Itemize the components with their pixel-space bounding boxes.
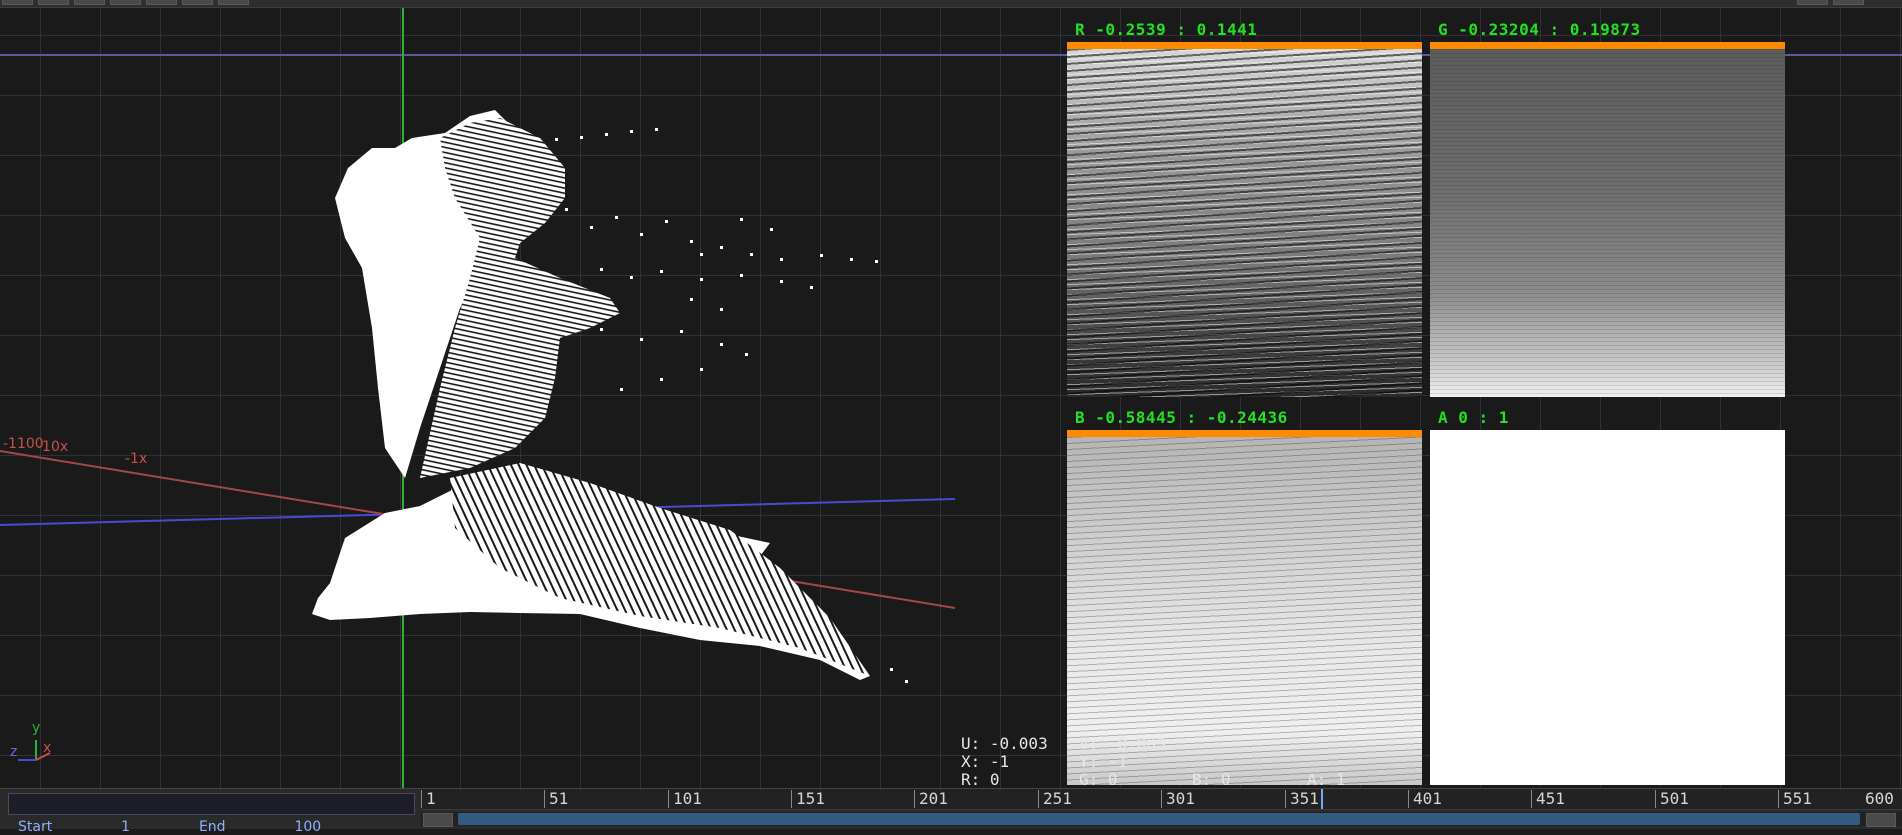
frame-tick: 251 [1038,790,1072,808]
frame-tick: 451 [1531,790,1565,808]
frame-tick: 301 [1161,790,1195,808]
timeline-info-field[interactable] [8,793,415,815]
readout-r: R: 0 [961,770,1000,789]
frame-tick: 51 [544,790,568,808]
frame-tick: 600 [1865,789,1894,808]
frame-ruler[interactable]: 1 51 101 151 201 251 301 351 401 451 501… [421,789,1902,810]
frame-tick: 401 [1408,790,1442,808]
readout-g: G: 0 [1079,770,1118,789]
toolbar-button[interactable] [182,0,213,5]
toolbar-button[interactable] [74,0,105,5]
toolbar-button[interactable] [110,0,141,5]
viewer-viewport[interactable]: -1100 -10x -1x z y x R -0.2539 : 0.1441 … [0,8,1902,788]
scroll-left-arrow[interactable] [423,813,453,827]
axis-label: -10x [37,439,69,455]
frame-tick: 101 [668,790,702,808]
range-bar [1430,42,1785,49]
channel-range-label: R -0.2539 : 0.1441 [1075,20,1258,39]
timeline-bar: Start 1 End 100 1 51 101 151 201 251 301… [0,788,1902,835]
timeline-scroll-thumb[interactable] [458,813,1860,825]
channel-range-label: G -0.23204 : 0.19873 [1438,20,1641,39]
toolbar-button[interactable] [146,0,177,5]
range-bar [1067,42,1422,49]
range-bar [1067,430,1422,437]
channel-tile-a: A 0 : 1 [1430,408,1785,785]
end-label: End [198,819,226,835]
frame-tick: 551 [1778,790,1812,808]
toolbar-button[interactable] [1833,0,1864,5]
start-value[interactable]: 1 [121,819,130,835]
frame-tick: 351 [1285,790,1319,808]
readout-u: U: -0.003 [961,734,1048,753]
axis-label: -1x [125,451,148,467]
playhead[interactable] [1321,789,1323,809]
toolbar-button[interactable] [2,0,33,5]
toolbar-button[interactable] [38,0,69,5]
channel-image [1067,49,1422,397]
frame-tick: 151 [791,790,825,808]
readout-y: Y: -1 [1079,752,1128,771]
frame-tick: 1 [421,790,436,808]
channel-image [1430,430,1785,785]
channel-tile-r: R -0.2539 : 0.1441 [1067,20,1422,397]
frame-tick: 201 [914,790,948,808]
scroll-right-arrow[interactable] [1866,813,1896,827]
readout-a: A: 1 [1307,770,1346,789]
frame-tick: 501 [1655,790,1689,808]
top-toolbar [0,0,1902,8]
channel-range-label: A 0 : 1 [1438,408,1509,427]
channel-tile-b: B -0.58445 : -0.24436 [1067,408,1422,785]
gizmo-y-label: y [32,720,41,736]
toolbar-button[interactable] [1797,0,1828,5]
gizmo-z-label: z [10,744,18,760]
end-value[interactable]: 100 [294,819,321,835]
point-cloud-base-hatch [450,463,870,676]
readout-x: X: -1 [961,752,1010,771]
readout-b: B: 0 [1192,770,1231,789]
start-end-row: Start 1 End 100 [18,819,321,835]
channel-image [1430,49,1785,397]
channel-image [1067,437,1422,785]
channel-range-label: B -0.58445 : -0.24436 [1075,408,1288,427]
gizmo-x-label: x [43,740,52,756]
toolbar-button[interactable] [218,0,249,5]
readout-v: V: -0.003 [1079,734,1166,753]
start-label: Start [18,819,53,835]
channel-tile-g: G -0.23204 : 0.19873 [1430,20,1785,397]
